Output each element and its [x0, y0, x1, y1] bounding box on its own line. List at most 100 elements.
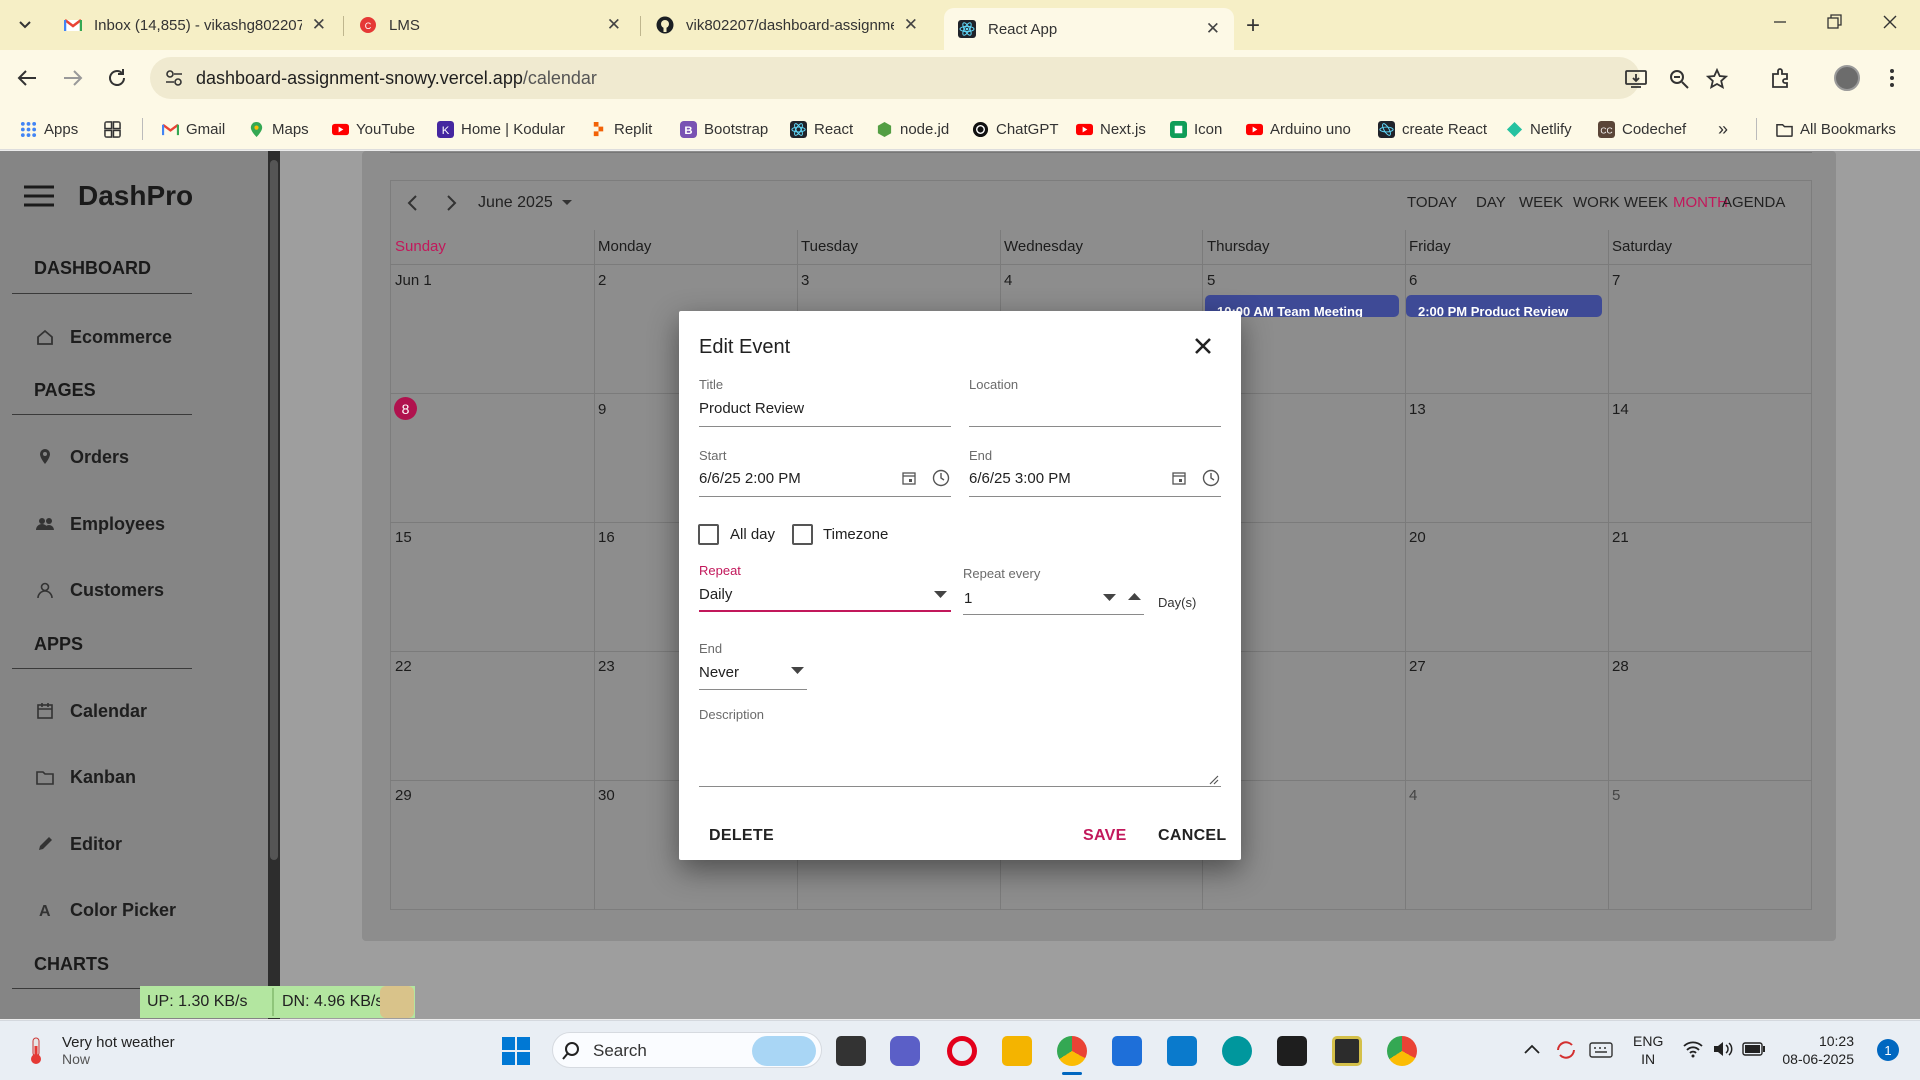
close-tab-icon[interactable]: ✕ — [1206, 19, 1220, 39]
end-datetime-input[interactable]: 6/6/25 3:00 PM — [969, 470, 1071, 487]
minimize-button[interactable] — [1770, 12, 1790, 32]
today-marker[interactable]: 8 — [394, 397, 417, 420]
close-tab-icon[interactable]: ✕ — [904, 15, 918, 35]
task-view-icon[interactable] — [836, 1036, 866, 1066]
repeat-dropdown-arrow[interactable] — [934, 591, 947, 599]
bookmark-gmail[interactable]: Gmail — [162, 116, 225, 142]
volume-icon[interactable] — [1712, 1040, 1734, 1058]
sidebar-item-employees[interactable]: Employees — [36, 509, 165, 539]
tab-gmail[interactable]: Inbox (14,855) - vikashg802207 ✕ — [50, 8, 340, 42]
bookmark-kodular[interactable]: K Home | Kodular — [437, 116, 565, 142]
keyboard-icon[interactable] — [1589, 1042, 1613, 1058]
save-button[interactable]: SAVE — [1083, 827, 1127, 845]
day-cell-number[interactable]: 5 — [1612, 787, 1620, 804]
wifi-icon[interactable] — [1682, 1040, 1704, 1058]
end-rule-select[interactable]: Never — [699, 664, 739, 681]
delete-button[interactable]: DELETE — [709, 827, 774, 845]
view-today-button[interactable]: TODAY — [1407, 194, 1457, 211]
tab-groups-icon[interactable] — [104, 116, 128, 142]
day-cell-number[interactable]: 16 — [598, 529, 615, 546]
day-cell-number[interactable]: 9 — [598, 401, 606, 418]
end-time-picker-button[interactable] — [1202, 469, 1220, 487]
day-cell-number[interactable]: 7 — [1612, 272, 1620, 289]
view-day-button[interactable]: DAY — [1476, 194, 1506, 211]
repeat-every-input[interactable]: 1 — [964, 590, 972, 607]
day-cell-number[interactable]: 13 — [1409, 401, 1426, 418]
notification-badge[interactable]: 1 — [1877, 1039, 1899, 1061]
day-cell-number[interactable]: 22 — [395, 658, 412, 675]
tab-search-button[interactable] — [12, 12, 38, 38]
sidebar-item-customers[interactable]: Customers — [36, 575, 164, 605]
view-work-week-button[interactable]: WORK WEEK — [1573, 194, 1668, 211]
end-rule-dropdown-arrow[interactable] — [791, 667, 804, 675]
hamburger-menu-icon[interactable] — [22, 184, 56, 208]
figma-icon[interactable] — [1277, 1036, 1307, 1066]
increment-button[interactable] — [1128, 592, 1141, 600]
new-tab-button[interactable]: + — [1246, 12, 1260, 40]
start-button[interactable] — [501, 1036, 531, 1066]
end-date-picker-button[interactable] — [1172, 471, 1186, 485]
weather-widget[interactable]: Very hot weather Now — [24, 1034, 175, 1067]
profile-avatar[interactable] — [1834, 65, 1860, 91]
forward-button[interactable] — [62, 68, 84, 88]
sidebar-item-editor[interactable]: Editor — [36, 829, 122, 859]
bookmark-bootstrap[interactable]: B Bootstrap — [680, 116, 768, 142]
sync-icon[interactable] — [1554, 1038, 1578, 1062]
system-clock[interactable]: 10:23 08-06-2025 — [1782, 1032, 1854, 1068]
arduino-icon[interactable] — [1222, 1036, 1252, 1066]
bookmark-react[interactable]: React — [790, 116, 853, 142]
site-info-icon[interactable] — [164, 68, 184, 88]
day-cell-number[interactable]: 21 — [1612, 529, 1629, 546]
sidebar-item-color-picker[interactable]: A Color Picker — [36, 895, 176, 925]
close-tab-icon[interactable]: ✕ — [607, 15, 621, 35]
all-day-checkbox[interactable] — [698, 524, 719, 545]
show-hidden-icons[interactable] — [1523, 1043, 1541, 1055]
close-tab-icon[interactable]: ✕ — [312, 15, 326, 35]
chrome-icon[interactable] — [1057, 1036, 1087, 1066]
description-textarea[interactable] — [699, 726, 1221, 786]
chat-app-icon[interactable] — [890, 1036, 920, 1066]
view-agenda-button[interactable]: AGENDA — [1722, 194, 1785, 211]
day-cell-number[interactable]: Jun 1 — [395, 272, 432, 289]
day-cell-number[interactable]: 14 — [1612, 401, 1629, 418]
restore-button[interactable] — [1824, 12, 1844, 32]
day-cell-number[interactable]: 20 — [1409, 529, 1426, 546]
day-cell-number[interactable]: 23 — [598, 658, 615, 675]
store-icon[interactable] — [1112, 1036, 1142, 1066]
month-picker[interactable]: June 2025 — [478, 194, 573, 212]
bookmark-youtube[interactable]: YouTube — [332, 116, 415, 142]
browser-menu-icon[interactable] — [1888, 67, 1896, 89]
back-button[interactable] — [16, 68, 38, 88]
extensions-icon[interactable] — [1770, 67, 1792, 89]
opera-icon[interactable] — [947, 1036, 977, 1066]
install-app-icon[interactable] — [1624, 68, 1648, 90]
repeat-select[interactable]: Daily — [699, 586, 732, 603]
bookmark-arduino[interactable]: Arduino uno — [1246, 116, 1351, 142]
bookmark-apps[interactable]: Apps — [20, 116, 78, 142]
cancel-button[interactable]: CANCEL — [1158, 827, 1226, 845]
resize-handle-icon[interactable] — [1209, 775, 1219, 785]
day-cell-number[interactable]: 28 — [1612, 658, 1629, 675]
all-bookmarks[interactable]: All Bookmarks — [1776, 116, 1896, 142]
start-date-picker-button[interactable] — [902, 471, 916, 485]
zoom-icon[interactable] — [1668, 68, 1690, 90]
day-cell-number[interactable]: 6 — [1409, 272, 1417, 289]
next-month-button[interactable] — [444, 194, 458, 212]
sidebar-item-ecommerce[interactable]: Ecommerce — [36, 322, 172, 352]
vscode-icon[interactable] — [1167, 1036, 1197, 1066]
tab-github[interactable]: vik802207/dashboard-assignme ✕ — [642, 8, 932, 42]
calendar-event[interactable]: 2:00 PM Product Review — [1406, 295, 1602, 317]
title-input[interactable]: Product Review — [699, 400, 951, 417]
chrome-profile-icon[interactable] — [1387, 1036, 1417, 1066]
decrement-button[interactable] — [1103, 594, 1116, 602]
bookmark-codechef[interactable]: CC Codechef — [1598, 116, 1686, 142]
bookmark-chatgpt[interactable]: ChatGPT — [972, 116, 1059, 142]
sidebar-scrollbar-thumb[interactable] — [270, 160, 278, 860]
tab-lms[interactable]: C LMS ✕ — [345, 8, 635, 42]
start-datetime-input[interactable]: 6/6/25 2:00 PM — [699, 470, 801, 487]
start-time-picker-button[interactable] — [932, 469, 950, 487]
chip-tool-icon[interactable] — [1332, 1036, 1362, 1066]
bookmark-star-icon[interactable] — [1706, 68, 1728, 90]
day-cell-number[interactable]: 30 — [598, 787, 615, 804]
reload-button[interactable] — [106, 67, 128, 89]
